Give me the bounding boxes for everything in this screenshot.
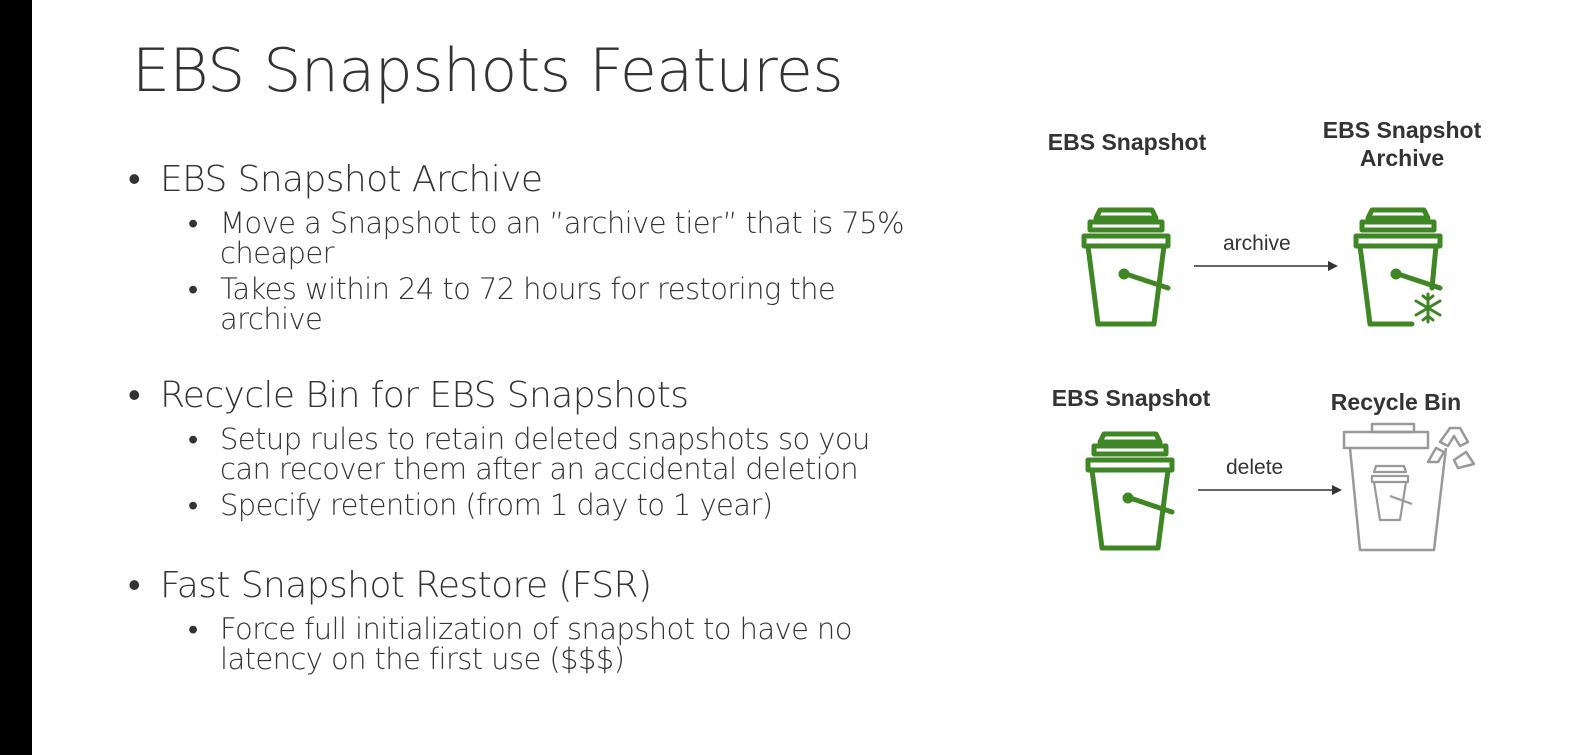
sub-bullet: Force full initialization of snapshot to… — [128, 614, 928, 674]
section-fsr: Fast Snapshot Restore (FSR) Force full i… — [128, 564, 928, 674]
bucket-icon — [1081, 207, 1171, 327]
bullet-heading: Fast Snapshot Restore (FSR) — [128, 564, 928, 608]
arrow-right-icon — [1194, 261, 1338, 271]
bucket-icon — [1085, 431, 1175, 551]
snowflake-icon — [1414, 292, 1442, 324]
section-snapshot-archive: EBS Snapshot Archive Move a Snapshot to … — [128, 158, 928, 334]
sub-bullet: Specify retention (from 1 day to 1 year) — [128, 490, 928, 520]
bullet-heading: EBS Snapshot Archive — [128, 158, 928, 202]
bullet-heading: Recycle Bin for EBS Snapshots — [128, 374, 928, 418]
bullet-list: EBS Snapshot Archive Move a Snapshot to … — [128, 158, 928, 714]
label-ebs-snapshot-archive: EBS Snapshot Archive — [1322, 117, 1482, 171]
arrow-right-icon — [1198, 485, 1342, 495]
sub-bullet: Move a Snapshot to an ”archive tier” tha… — [128, 208, 928, 268]
slide: EBS Snapshots Features EBS Snapshot Arch… — [32, 0, 1592, 755]
sub-bullet: Setup rules to retain deleted snapshots … — [128, 424, 928, 484]
sub-bullet: Takes within 24 to 72 hours for restorin… — [128, 274, 928, 334]
label-ebs-snapshot-bottom: EBS Snapshot — [1051, 385, 1211, 411]
recycle-bin-icon — [1342, 422, 1476, 552]
label-ebs-snapshot-top: EBS Snapshot — [1047, 129, 1207, 155]
section-recycle-bin: Recycle Bin for EBS Snapshots Setup rule… — [128, 374, 928, 520]
recycle-symbol-icon — [1426, 426, 1476, 470]
bucket-icon — [1353, 207, 1443, 327]
label-recycle-bin: Recycle Bin — [1330, 389, 1462, 415]
label-archive-arrow: archive — [1223, 232, 1291, 255]
label-delete-arrow: delete — [1226, 456, 1284, 479]
page-title: EBS Snapshots Features — [132, 36, 844, 106]
